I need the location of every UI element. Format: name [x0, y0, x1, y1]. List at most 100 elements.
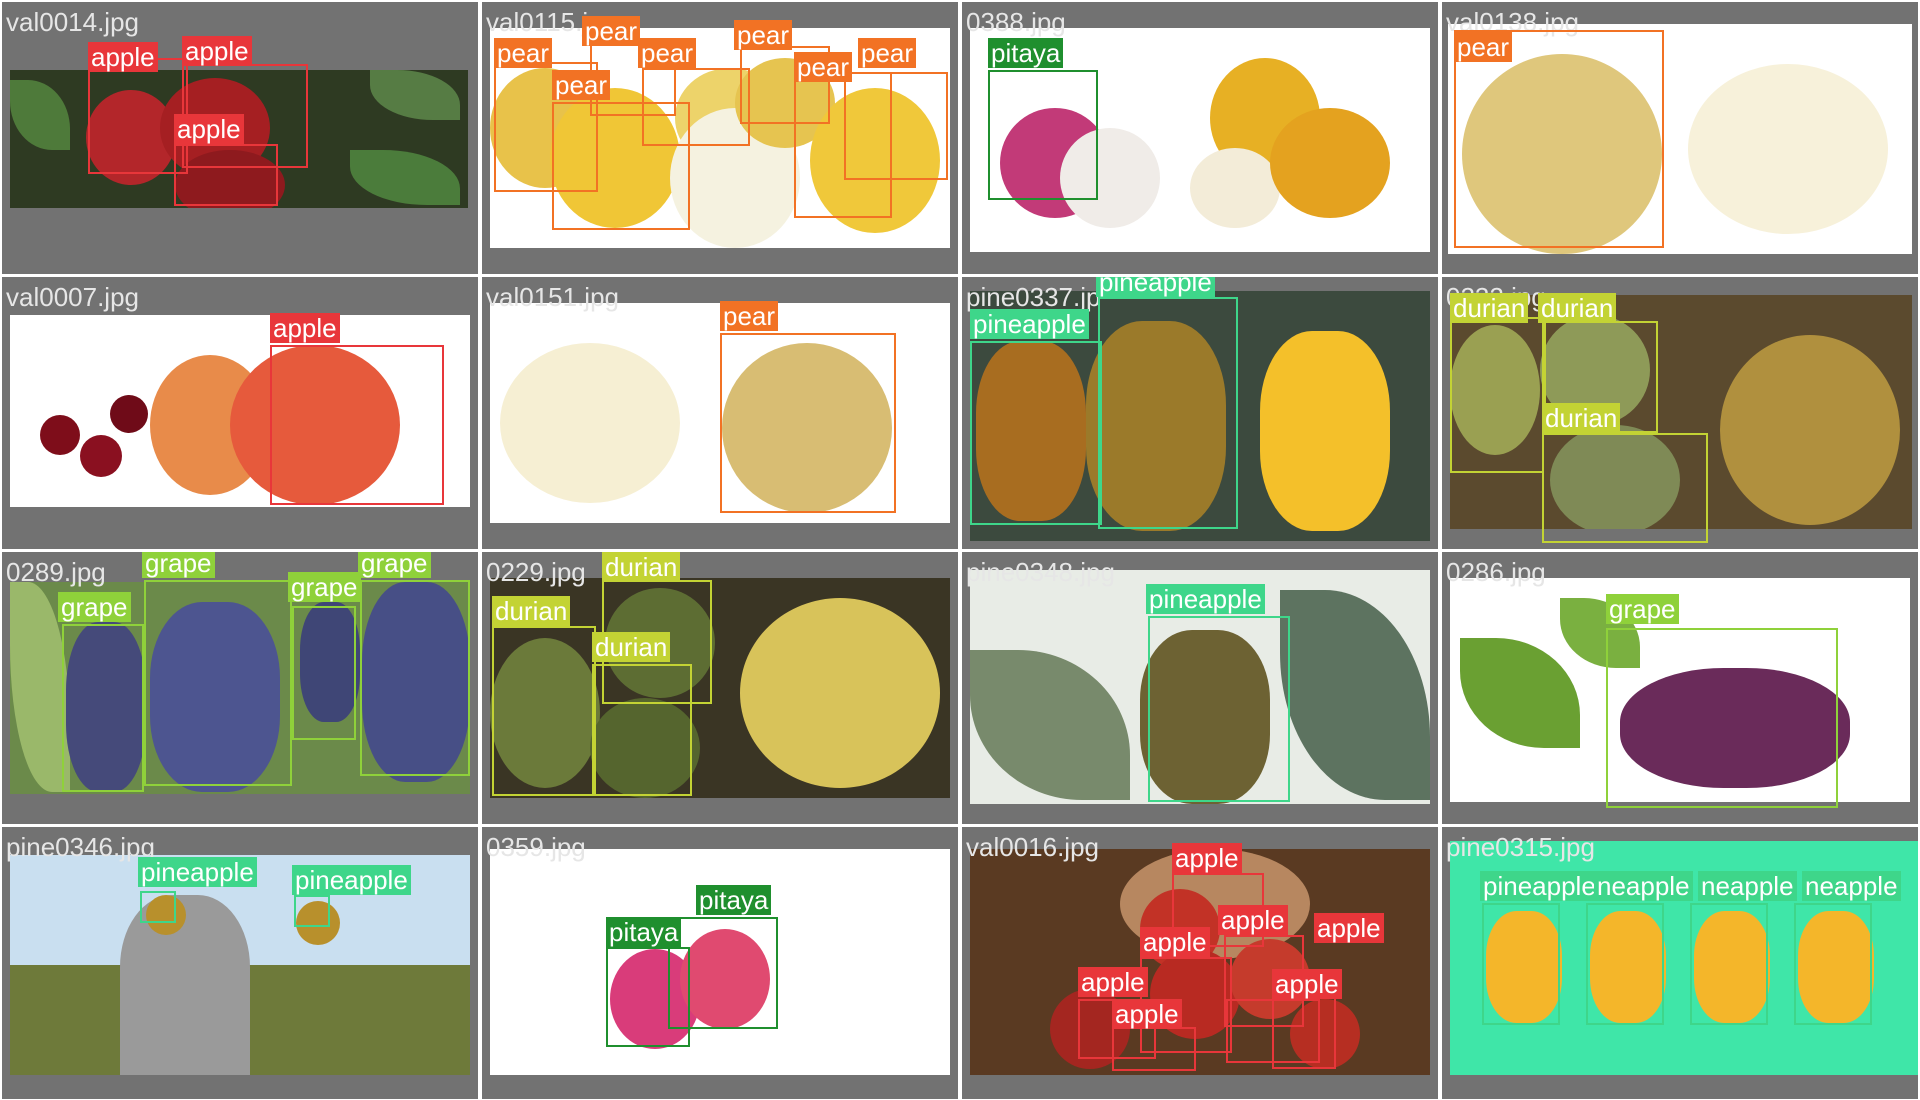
bbox-apple — [1272, 997, 1336, 1069]
bbox-label-apple: apple — [1172, 843, 1242, 873]
bbox-label-apple: apple — [1112, 999, 1182, 1029]
result-tile: val0016.jpg apple apple apple apple appl… — [962, 827, 1438, 1099]
image-filename: 0359.jpg — [486, 832, 586, 862]
leaf-image — [970, 650, 1130, 800]
cherry-image — [80, 435, 122, 477]
bbox-label-durian: durian — [492, 596, 571, 626]
bbox-label-pineapple: neapple — [1698, 871, 1797, 901]
image-filename: pine0346.jpg — [6, 832, 155, 862]
bbox-apple — [174, 144, 278, 206]
bbox-label-pineapple: pineapple — [138, 857, 257, 887]
image-filename: 0286.jpg — [1446, 557, 1546, 587]
result-tile: 0388.jpg pitaya — [962, 2, 1438, 274]
image-filename: pine0337.jp — [966, 282, 1101, 312]
bbox-pitaya — [988, 70, 1098, 200]
result-tile: val0007.jpg apple — [2, 277, 478, 549]
bbox-label-pear: pear — [582, 16, 641, 46]
image-filename: val0014.jpg — [6, 7, 139, 37]
result-tile: 0289.jpg grape grape grape grape — [2, 552, 478, 824]
bbox-label-pear: pear — [720, 301, 779, 331]
bbox-pineapple — [294, 895, 330, 927]
bbox-pineapple — [970, 341, 1102, 525]
pear-half-image — [500, 343, 680, 503]
bbox-label-pear: pear — [638, 38, 697, 68]
result-tile: pine0348.jpg pineapple — [962, 552, 1438, 824]
result-tile: val0014.jpg apple apple apple — [2, 2, 478, 274]
bbox-label-apple: apple — [1272, 969, 1342, 999]
bbox-pear — [642, 68, 750, 146]
result-tile: val0138.jpg pear — [1442, 2, 1918, 274]
image-filename: 0229.jpg — [486, 557, 586, 587]
bbox-pineapple — [1586, 903, 1664, 1025]
bbox-grape — [292, 606, 356, 740]
leaf-image — [1280, 590, 1430, 800]
bbox-pineapple — [1148, 616, 1290, 802]
bbox-grape — [1606, 628, 1838, 808]
bbox-label-pineapple: neapple — [1594, 871, 1693, 901]
result-tile: val0151.jpg pear — [482, 277, 958, 549]
bbox-label-pitaya: pitaya — [606, 917, 682, 947]
bbox-label-durian: durian — [592, 632, 671, 662]
bbox-apple — [270, 345, 444, 505]
bbox-pineapple — [1794, 903, 1872, 1025]
pineapple-half-image — [1260, 331, 1390, 531]
bbox-label-grape: grape — [142, 552, 215, 578]
leaf-image — [370, 70, 460, 120]
bbox-apple — [88, 58, 188, 174]
bbox-label-pear: pear — [1454, 32, 1513, 62]
bbox-durian — [1450, 317, 1544, 473]
bbox-label-apple: apple — [1140, 927, 1210, 957]
bbox-label-durian: durian — [1542, 403, 1621, 433]
result-tile: pine0337.jp pineapple pineapple — [962, 277, 1438, 549]
result-tile: 0232.jpg durian durian durian — [1442, 277, 1918, 549]
bbox-durian — [592, 664, 692, 796]
leaf-image — [350, 150, 460, 205]
result-tile: pine0346.jpg pineapple pineapple — [2, 827, 478, 1099]
bbox-label-pineapple: pineapple — [292, 865, 411, 895]
cherry-image — [110, 395, 148, 433]
bbox-label-apple: apple — [88, 42, 158, 72]
bbox-label-pitaya: pitaya — [696, 885, 772, 915]
cherry-image — [40, 415, 80, 455]
bbox-label-apple: apple — [1078, 967, 1148, 997]
bbox-pear — [844, 72, 948, 180]
image-filename: val0151.jpg — [486, 282, 619, 312]
bbox-apple — [1112, 1027, 1196, 1071]
bbox-grape — [360, 580, 470, 776]
result-tile: 0229.jpg durian durian durian — [482, 552, 958, 824]
bbox-label-pear: pear — [858, 38, 917, 68]
bbox-grape — [144, 580, 292, 786]
leaf-image — [1460, 638, 1580, 748]
bbox-label-durian: durian — [1538, 293, 1617, 323]
pear-half-image — [1688, 64, 1888, 234]
bbox-label-apple: apple — [182, 36, 252, 66]
result-tile: 0286.jpg grape — [1442, 552, 1918, 824]
bbox-label-pineapple: pineapple — [1480, 871, 1599, 901]
bbox-pear — [720, 333, 896, 513]
bbox-label-durian: durian — [1450, 293, 1529, 323]
bbox-label-pitaya: pitaya — [988, 38, 1064, 68]
bbox-label-grape: grape — [1606, 594, 1679, 624]
bbox-label-pineapple: pineapple — [1096, 277, 1215, 297]
bbox-label-pear: pear — [734, 20, 793, 50]
bbox-pineapple — [1098, 297, 1238, 529]
bbox-label-apple: apple — [1218, 905, 1288, 935]
durian-open-image — [740, 598, 940, 788]
bbox-pineapple — [1482, 903, 1560, 1025]
image-filename: 0388.jpg — [966, 7, 1066, 37]
bbox-label-grape: grape — [58, 592, 131, 622]
image-filename: val0016.jpg — [966, 832, 1099, 862]
leaf-image — [10, 80, 70, 150]
bbox-label-pear: pear — [552, 70, 611, 100]
bbox-label-durian: durian — [602, 552, 681, 582]
image-filename: pine0315.jpg — [1446, 832, 1595, 862]
image-filename: 0289.jpg — [6, 557, 106, 587]
bbox-label-grape: grape — [358, 552, 431, 578]
bbox-durian — [1542, 433, 1708, 543]
bbox-pear — [1454, 30, 1664, 248]
pitaya-yellow-image — [1270, 108, 1390, 218]
durian-open-image — [1720, 335, 1900, 525]
result-tile: 0359.jpg pitaya pitaya — [482, 827, 958, 1099]
bbox-pitaya — [668, 917, 778, 1029]
bbox-pineapple — [140, 891, 176, 923]
